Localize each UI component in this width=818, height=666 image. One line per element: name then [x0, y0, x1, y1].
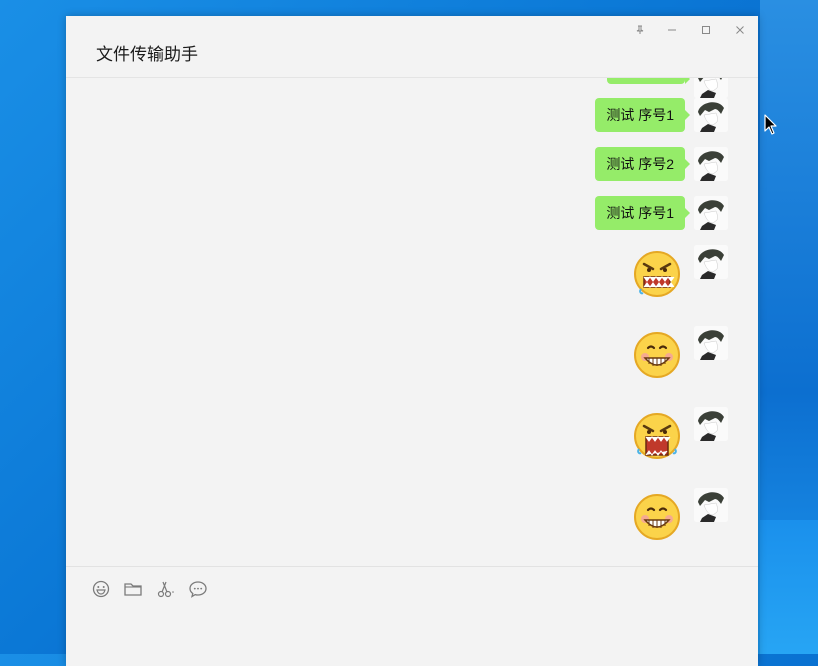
- avatar[interactable]: [694, 98, 728, 132]
- avatar[interactable]: [694, 326, 728, 360]
- angry-face-sticker[interactable]: [632, 249, 682, 299]
- avatar[interactable]: [694, 488, 728, 522]
- grin-face-sticker[interactable]: [632, 492, 682, 542]
- maximize-icon[interactable]: [698, 22, 714, 38]
- grin-face-sticker[interactable]: [632, 330, 682, 380]
- avatar[interactable]: [694, 245, 728, 279]
- message-text: 测试 序号1: [606, 205, 674, 221]
- avatar[interactable]: [694, 407, 728, 441]
- avatar[interactable]: [694, 78, 728, 98]
- avatar[interactable]: [694, 196, 728, 230]
- chat-history-icon[interactable]: [188, 579, 208, 599]
- pin-icon[interactable]: [632, 22, 648, 38]
- message-text: 测试 序号2: [606, 156, 674, 172]
- folder-icon[interactable]: [123, 579, 143, 599]
- message-text: 测试 序号1: [606, 107, 674, 123]
- avatar[interactable]: [694, 147, 728, 181]
- message-list[interactable]: 测试 序号1 测试 序号2 测试 序号1: [66, 78, 758, 566]
- message-input[interactable]: [66, 606, 758, 666]
- message-bubble[interactable]: 测试 序号1: [595, 98, 690, 132]
- close-icon[interactable]: [732, 22, 748, 38]
- message-bubble[interactable]: 测试 序号2: [595, 147, 690, 181]
- desktop-band: [760, 520, 818, 654]
- scissors-icon[interactable]: [156, 579, 176, 599]
- message-bubble[interactable]: 测试 序号1: [595, 196, 690, 230]
- message-bubble[interactable]: [607, 78, 690, 84]
- mouse-cursor: [764, 114, 778, 136]
- input-divider: [66, 566, 758, 567]
- chat-title: 文件传输助手: [96, 45, 198, 64]
- chat-window: 文件传输助手 测试 序号1 测试 序号2 测试 序号1: [66, 16, 758, 666]
- angry-face-sticker[interactable]: [632, 411, 682, 461]
- minimize-icon[interactable]: [664, 22, 680, 38]
- emoji-icon[interactable]: [91, 579, 111, 599]
